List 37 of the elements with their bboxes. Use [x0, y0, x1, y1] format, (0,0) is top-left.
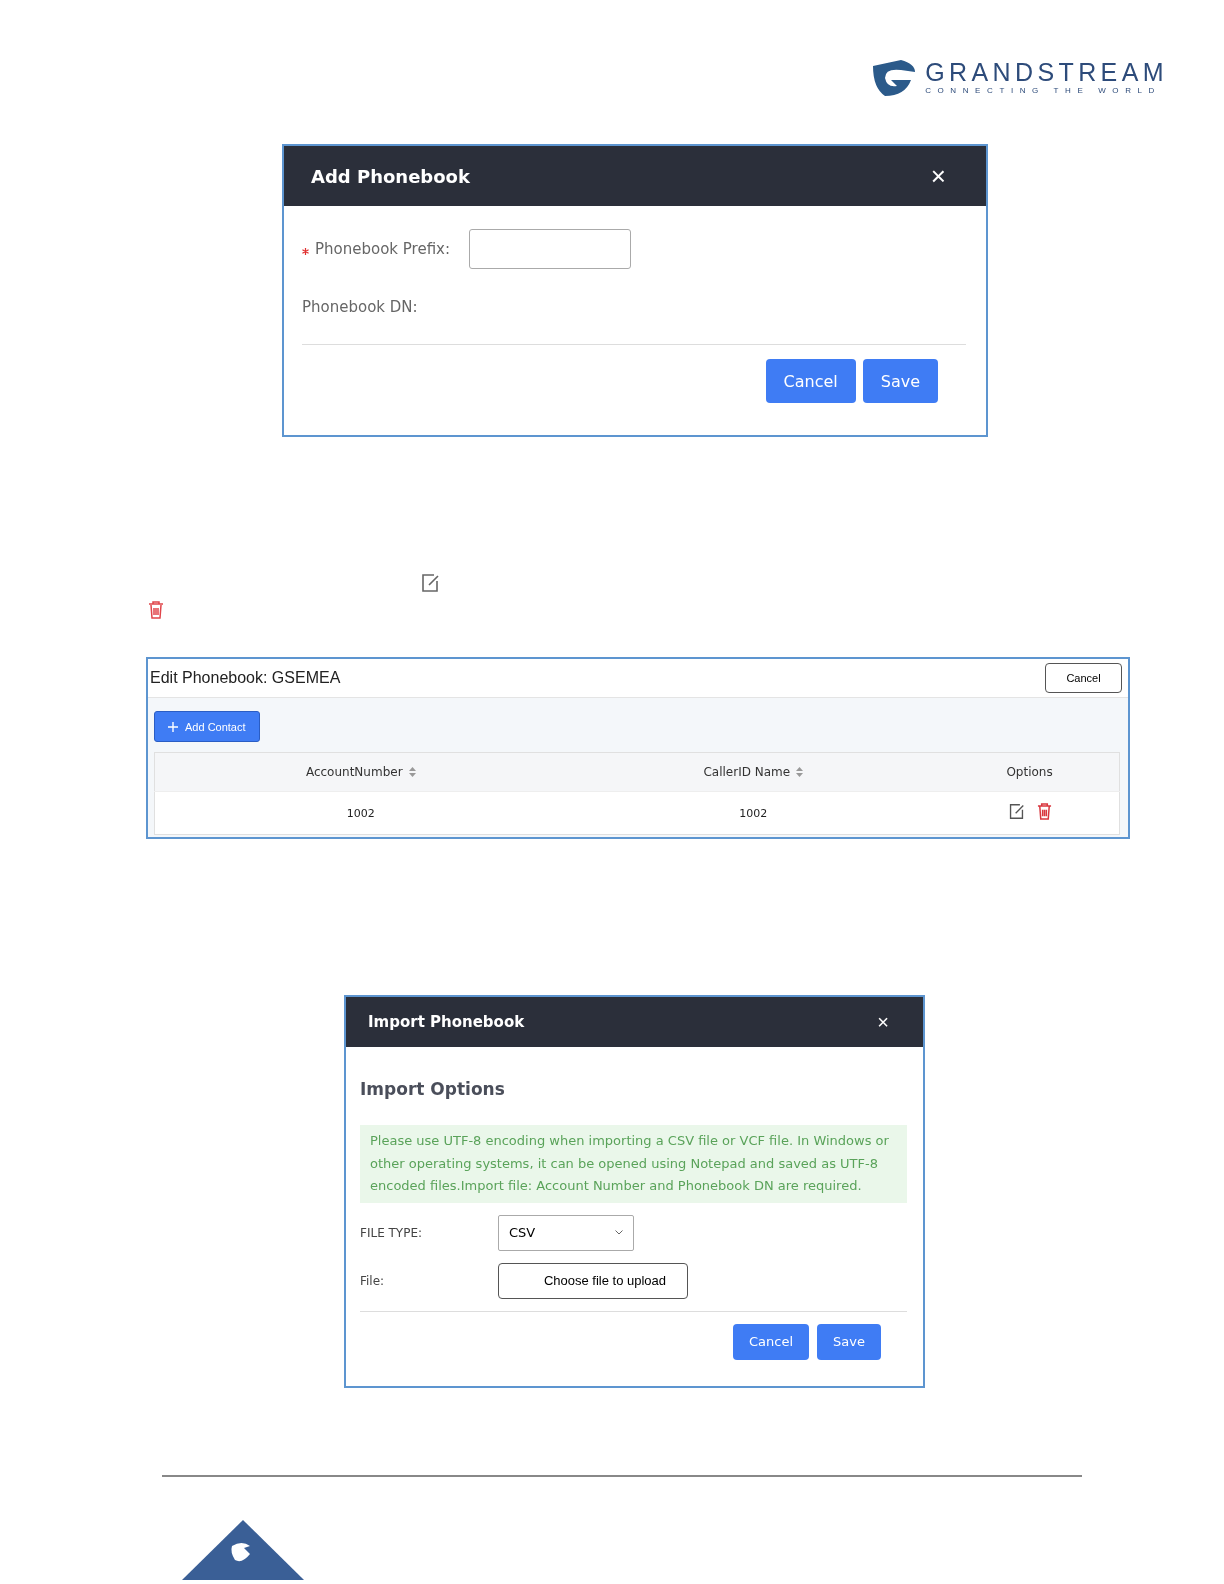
column-label: CallerID Name [703, 765, 791, 779]
edit-icon[interactable] [1007, 803, 1025, 820]
close-button[interactable]: × [930, 163, 946, 189]
cancel-button[interactable]: Cancel [1045, 663, 1122, 693]
logo-icon [182, 1520, 304, 1580]
edit-icon [420, 573, 440, 593]
close-button[interactable]: × [877, 1012, 889, 1032]
add-contact-button[interactable]: Add Contact [154, 711, 260, 742]
dialog-title: Import Phonebook [368, 1013, 525, 1031]
column-label: AccountNumber [305, 765, 403, 779]
upload-button[interactable]: Choose file to upload [498, 1262, 688, 1299]
table-cell: 1002 [566, 791, 941, 835]
trash-icon [148, 601, 164, 619]
section-title: Import Options [360, 1079, 506, 1099]
file-type-dropdown[interactable]: CSV [498, 1214, 634, 1251]
trash-icon[interactable] [1036, 803, 1052, 820]
field-label: FILE TYPE: [360, 1225, 424, 1240]
field-label: Phonebook Prefix: [315, 240, 451, 258]
column-label: Options [1006, 765, 1053, 779]
sort-icon[interactable] [408, 767, 416, 777]
dialog-button[interactable]: Cancel [765, 359, 856, 403]
chevron-down-icon [615, 1230, 623, 1235]
sort-icon[interactable] [796, 767, 804, 777]
field-label: Phonebook DN: [302, 298, 418, 316]
dialog-title: Add Phonebook [311, 165, 470, 187]
logo-name: GRANDSTREAM [925, 59, 1168, 85]
dialog-button[interactable]: Cancel [733, 1323, 810, 1360]
dialog-button[interactable]: Save [817, 1323, 881, 1360]
table-cell: 1002 [154, 791, 567, 835]
notice-message: Please use UTF-8 encoding when importing a CSV file or VCF file. In Windows or other operating systems, it can be opened using Notepad and saved as UTF-8 encoded files.Import file: Account Number and Phonebook DN are required. [360, 1125, 907, 1203]
dialog-button[interactable]: Save [862, 359, 938, 403]
logo-tagline: CONNECTING THE WORLD [925, 85, 1162, 97]
plus-icon [168, 721, 178, 732]
input-field[interactable] [469, 229, 632, 269]
field-label: File: [360, 1273, 386, 1288]
logo-icon [871, 58, 918, 98]
panel-title: Edit Phonebook: GSEMEA [150, 669, 341, 687]
